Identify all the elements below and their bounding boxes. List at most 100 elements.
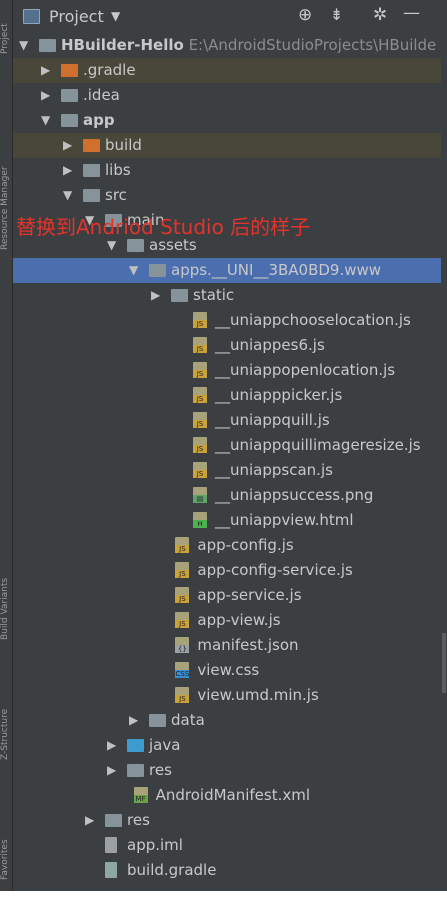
tree-row[interactable]: ▤ __uniappsuccess.png — [13, 483, 447, 508]
tree-item-label: __uniapppicker.js — [215, 386, 343, 404]
js-file-icon: JS — [175, 562, 190, 578]
js-file-icon: JS — [193, 412, 207, 428]
tree-item-label: __uniappes6.js — [215, 336, 325, 354]
excluded-folder-icon — [61, 64, 78, 77]
mf-file-icon: MF — [133, 787, 148, 803]
tree-item-label: __uniappopenlocation.js — [215, 361, 396, 379]
side-tab-build-variants[interactable]: Build Variants — [0, 530, 12, 640]
tree-item-label: build — [105, 136, 142, 154]
js-file-icon: JS — [175, 537, 190, 553]
tree-row[interactable]: ▶ data — [13, 708, 447, 733]
tree-item-label: .gradle — [83, 61, 136, 79]
tree-item-label: app-view.js — [197, 611, 281, 629]
tree-row[interactable]: JS app-config.js — [13, 533, 447, 558]
collapse-arrow-icon[interactable]: ▶ — [63, 163, 72, 177]
collapse-arrow-icon[interactable]: ▶ — [107, 763, 116, 777]
tree-row[interactable]: ▶ res — [13, 808, 447, 833]
tree-row[interactable]: JS __uniappopenlocation.js — [13, 358, 447, 383]
tree-item-label: __uniappview.html — [215, 511, 354, 529]
tree-row[interactable]: ▼ apps.__UNI__3BA0BD9.www — [13, 258, 447, 283]
expand-arrow-icon[interactable]: ▼ — [63, 188, 72, 202]
tree-row[interactable]: ▶ build — [13, 133, 447, 158]
tree-row[interactable]: JS __uniappquill.js — [13, 408, 447, 433]
tree-row[interactable]: JS app-view.js — [13, 608, 447, 633]
collapse-arrow-icon[interactable]: ▶ — [63, 138, 72, 152]
tree-row[interactable]: ▼ src — [13, 183, 447, 208]
tree-row[interactable]: app.iml — [13, 833, 447, 858]
js-file-icon: JS — [193, 337, 207, 353]
folder-icon — [171, 289, 188, 302]
bottom-border — [0, 891, 447, 897]
tree-row[interactable]: ▶ static — [13, 283, 447, 308]
collapse-arrow-icon[interactable]: ▶ — [151, 288, 160, 302]
tree-row[interactable]: JS __uniappscan.js — [13, 458, 447, 483]
tree-row[interactable]: JS __uniappchooselocation.js — [13, 308, 447, 333]
target-icon[interactable]: ⊕ — [298, 5, 312, 25]
folder-icon — [61, 89, 78, 102]
tree-item-label: app-config.js — [197, 536, 294, 554]
png-file-icon: ▤ — [193, 487, 207, 503]
js-file-icon: JS — [175, 687, 190, 703]
tree-row[interactable]: JS view.umd.min.js — [13, 683, 447, 708]
scrollbar[interactable] — [441, 33, 447, 893]
folder-icon — [39, 39, 56, 52]
tree-row[interactable]: MF AndroidManifest.xml — [13, 783, 447, 808]
collapse-arrow-icon[interactable]: ▶ — [41, 88, 50, 102]
tree-item-label: src — [105, 186, 127, 204]
tree-row[interactable]: {} manifest.json — [13, 633, 447, 658]
collapse-arrow-icon[interactable]: ▶ — [41, 63, 50, 77]
expand-arrow-icon[interactable]: ▼ — [107, 238, 116, 252]
tree-item-label: HBuilder-Hello E:\AndroidStudioProjects\… — [61, 36, 437, 54]
tree-item-label: .idea — [83, 86, 120, 104]
chevron-down-icon[interactable]: ▼ — [111, 9, 120, 23]
collapse-icon[interactable]: ⇟ — [330, 5, 343, 24]
tree-row[interactable]: JS __uniappes6.js — [13, 333, 447, 358]
tree-row[interactable]: H __uniappview.html — [13, 508, 447, 533]
js-file-icon: JS — [175, 587, 190, 603]
tree-item-label: static — [193, 286, 235, 304]
tree-row[interactable]: JS __uniapppicker.js — [13, 383, 447, 408]
side-tab-project[interactable]: Project — [0, 4, 12, 54]
tree-row[interactable]: JS app-config-service.js — [13, 558, 447, 583]
tree-row[interactable]: ▶ .gradle — [13, 58, 447, 83]
side-tab-favorites[interactable]: Favorites — [0, 800, 12, 880]
tree-row[interactable]: CSS view.css — [13, 658, 447, 683]
tree-row[interactable]: ▼ HBuilder-Hello E:\AndroidStudioProjects… — [13, 33, 447, 58]
collapse-arrow-icon[interactable]: ▶ — [85, 813, 94, 827]
expand-arrow-icon[interactable]: ▼ — [41, 113, 50, 127]
tree-row[interactable]: ▼ app — [13, 108, 447, 133]
expand-arrow-icon[interactable]: ▼ — [19, 38, 28, 52]
tree-item-label: __uniappquill.js — [215, 411, 330, 429]
overlay-annotation: 替换到Andriod Studio 后的样子 — [16, 215, 311, 239]
project-panel-header: Project ▼ ⊕ ⇟ ✲ — — [13, 0, 447, 34]
folder-icon — [127, 764, 144, 777]
tree-row[interactable]: ▶ .idea — [13, 83, 447, 108]
expand-arrow-icon[interactable]: ▼ — [129, 263, 138, 277]
side-tab-structure[interactable]: Z-Structure — [0, 670, 12, 760]
gear-icon[interactable]: ✲ — [373, 5, 387, 25]
folder-icon — [105, 814, 122, 827]
tree-row[interactable]: ▶ libs — [13, 158, 447, 183]
scrollbar-thumb[interactable] — [442, 633, 446, 693]
tree-item-label: manifest.json — [197, 636, 299, 654]
collapse-arrow-icon[interactable]: ▶ — [129, 713, 138, 727]
tree-item-label: view.css — [197, 661, 260, 679]
tree-item-label: app — [83, 111, 115, 129]
excluded-folder-icon — [83, 139, 100, 152]
minimize-icon[interactable]: — — [403, 3, 420, 23]
source-folder-icon — [127, 739, 144, 752]
tree-item-label: res — [127, 811, 150, 829]
folder-icon — [127, 239, 144, 252]
side-tab-resource-manager[interactable]: Resource Manager — [0, 130, 12, 250]
tree-row[interactable]: ▶ java — [13, 733, 447, 758]
html-file-icon: H — [193, 512, 207, 528]
panel-title[interactable]: Project — [49, 7, 104, 26]
gradle-file-icon — [105, 862, 117, 878]
tree-row[interactable]: JS app-service.js — [13, 583, 447, 608]
tree-item-label: AndroidManifest.xml — [155, 786, 311, 804]
js-file-icon: JS — [193, 437, 207, 453]
collapse-arrow-icon[interactable]: ▶ — [107, 738, 116, 752]
tree-row[interactable]: JS __uniappquillimageresize.js — [13, 433, 447, 458]
tree-row[interactable]: build.gradle — [13, 858, 447, 883]
tree-row[interactable]: ▶ res — [13, 758, 447, 783]
